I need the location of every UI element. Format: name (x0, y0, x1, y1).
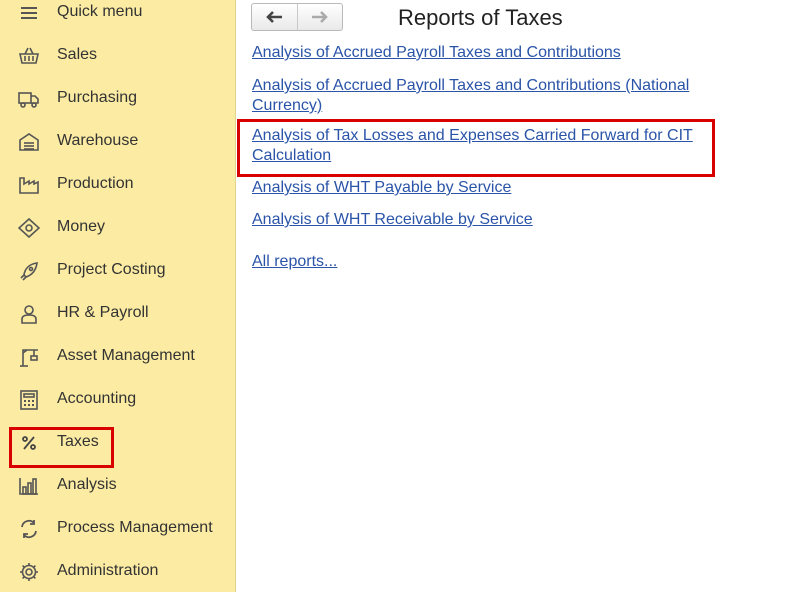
sidebar-item-label: Warehouse (57, 132, 139, 149)
sidebar-item-label: Money (57, 218, 106, 235)
report-link[interactable]: Analysis of Tax Losses and Expenses Carr… (252, 126, 722, 166)
warehouse-icon (18, 132, 40, 152)
sidebar-item-sales[interactable]: Sales (0, 38, 236, 74)
factory-icon (18, 175, 40, 195)
sidebar-item-label: Production (57, 175, 134, 192)
sidebar-item-label: HR & Payroll (57, 304, 149, 321)
sidebar-item-money[interactable]: Money (0, 210, 236, 246)
sidebar-item-accounting[interactable]: Accounting (0, 382, 236, 418)
sidebar-item-label: Project Costing (57, 261, 166, 278)
crane-icon (18, 347, 40, 367)
arrow-right-icon (311, 11, 328, 23)
sidebar-item-label: Purchasing (57, 89, 138, 106)
calculator-icon (18, 390, 40, 410)
percent-icon (18, 433, 40, 453)
person-icon (18, 304, 40, 324)
back-button[interactable] (252, 4, 297, 30)
sidebar-item-hr-payroll[interactable]: HR & Payroll (0, 296, 236, 332)
gear-icon (18, 562, 40, 582)
sidebar-item-label: Analysis (57, 476, 117, 493)
sidebar-item-warehouse[interactable]: Warehouse (0, 124, 236, 160)
bar-chart-icon (18, 476, 40, 496)
sidebar-item-project-costing[interactable]: Project Costing (0, 253, 236, 289)
sidebar-item-administration[interactable]: Administration (0, 554, 236, 590)
all-reports-link[interactable]: All reports... (252, 252, 722, 272)
rocket-icon (18, 261, 40, 281)
cycle-arrows-icon (18, 519, 40, 539)
truck-icon (18, 89, 40, 109)
arrow-left-icon (266, 11, 283, 23)
report-link[interactable]: Analysis of WHT Receivable by Service (252, 210, 722, 230)
sidebar-item-analysis[interactable]: Analysis (0, 468, 236, 504)
sidebar-item-label: Administration (57, 562, 159, 579)
history-navigation (251, 3, 343, 31)
sidebar-item-taxes[interactable]: Taxes (0, 425, 236, 461)
sidebar-item-label: Accounting (57, 390, 137, 407)
sidebar-item-label: Asset Management (57, 347, 195, 364)
main-content: Reports of Taxes Analysis of Accrued Pay… (237, 0, 809, 592)
forward-button[interactable] (296, 4, 342, 30)
sidebar-item-label: Taxes (57, 433, 99, 450)
page-title: Reports of Taxes (398, 5, 563, 30)
sidebar-item-asset-management[interactable]: Asset Management (0, 339, 236, 375)
report-link[interactable]: Analysis of Accrued Payroll Taxes and Co… (252, 43, 722, 63)
sidebar-item-label: Sales (57, 46, 98, 63)
report-link[interactable]: Analysis of WHT Payable by Service (252, 178, 722, 198)
sidebar-item-purchasing[interactable]: Purchasing (0, 81, 236, 117)
banknote-icon (18, 218, 40, 238)
sidebar-item-label: Process Management (57, 519, 213, 536)
sidebar-item-process-management[interactable]: Process Management (0, 511, 236, 547)
sidebar-item-label: Quick menu (57, 3, 143, 20)
sidebar-item-production[interactable]: Production (0, 167, 236, 203)
sidebar-item-quick-menu[interactable]: Quick menu (0, 0, 236, 31)
sidebar: Quick menu Sales Purchasing Warehouse Pr… (0, 0, 236, 592)
basket-icon (18, 46, 40, 66)
report-link[interactable]: Analysis of Accrued Payroll Taxes and Co… (252, 76, 722, 116)
hamburger-menu-icon (18, 3, 40, 23)
